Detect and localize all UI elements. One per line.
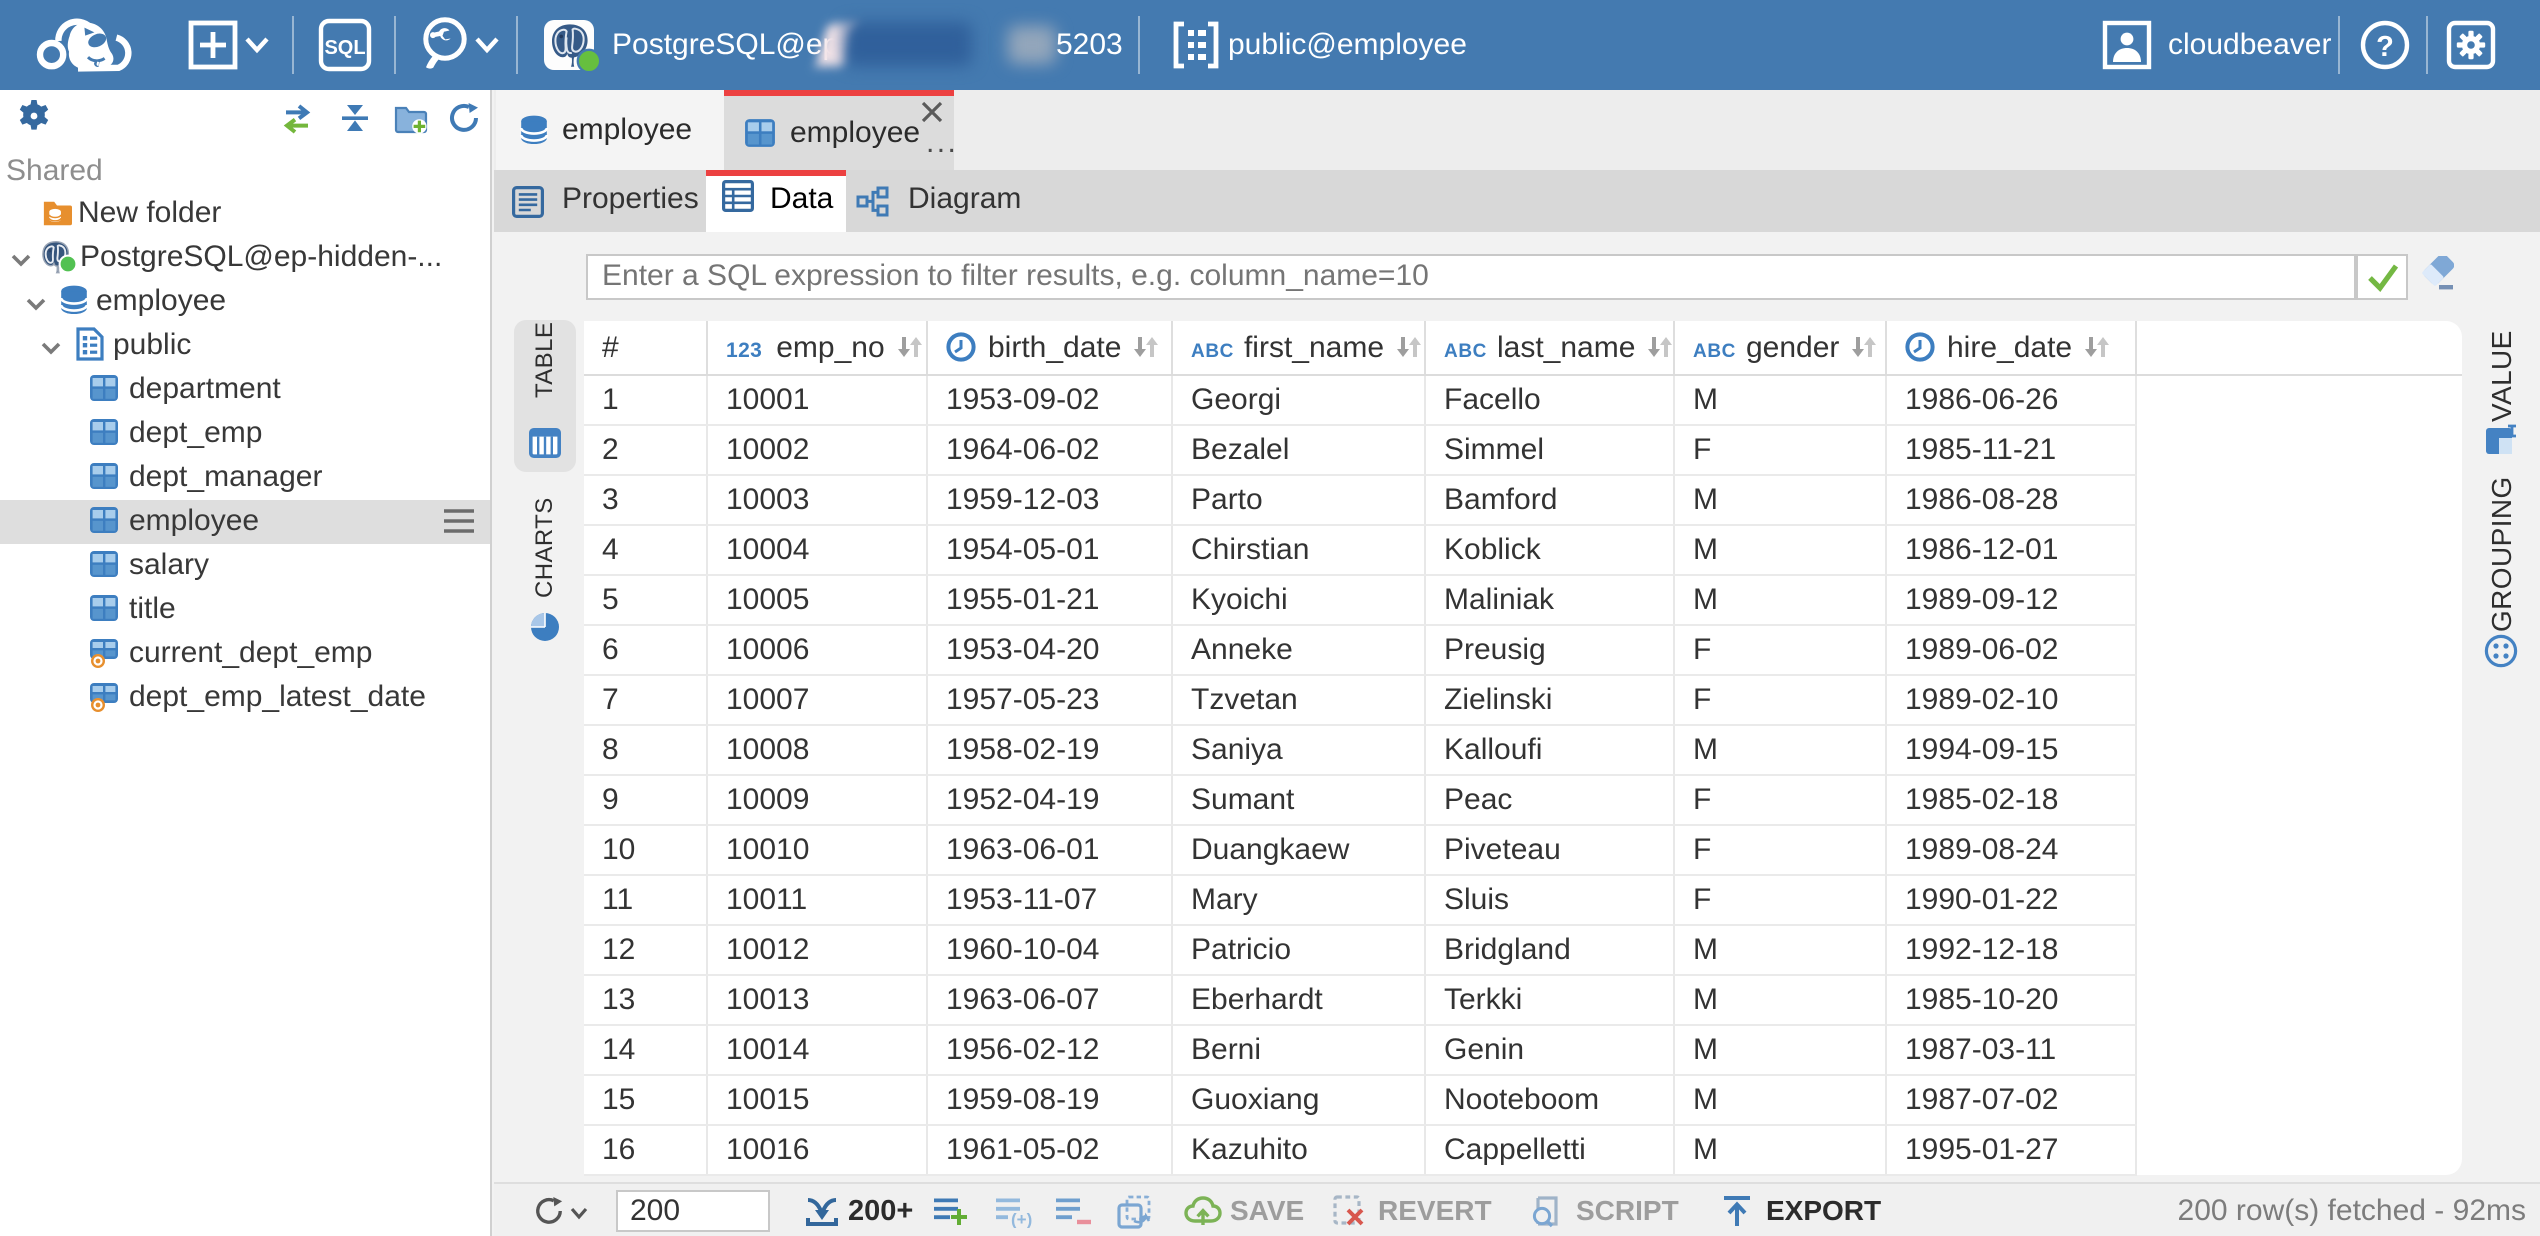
svg-text:SQL: SQL	[324, 37, 365, 59]
svg-text:(+): (+)	[1011, 1210, 1032, 1228]
svg-text:?: ?	[2376, 31, 2394, 63]
